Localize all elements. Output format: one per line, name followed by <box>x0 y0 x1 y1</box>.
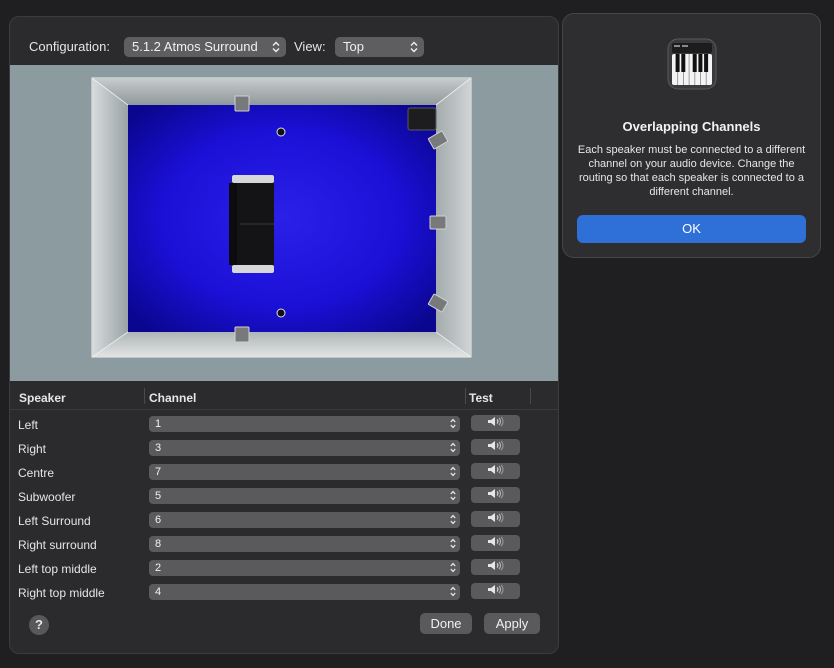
channel-column-header[interactable]: Channel <box>149 391 196 405</box>
table-row: Left 1 <box>10 413 558 437</box>
chevron-updown-icon <box>450 490 456 506</box>
test-speaker-button[interactable] <box>471 535 520 551</box>
alert-title: Overlapping Channels <box>622 119 761 134</box>
channel-value: 8 <box>155 538 162 550</box>
speaker-name: Left top middle <box>18 562 97 576</box>
channel-value: 2 <box>155 562 162 574</box>
speaker-volume-icon <box>487 488 505 502</box>
speaker-left-top-middle[interactable] <box>234 95 250 112</box>
table-row: Right surround 8 <box>10 533 558 557</box>
chevron-updown-icon <box>409 40 419 54</box>
done-button[interactable]: Done <box>420 613 472 634</box>
channel-popup[interactable]: 5 <box>149 488 460 504</box>
speaker-centre[interactable] <box>429 215 447 230</box>
test-speaker-button[interactable] <box>471 487 520 503</box>
test-speaker-button[interactable] <box>471 583 520 599</box>
speaker-volume-icon <box>487 560 505 574</box>
channel-value: 1 <box>155 418 162 430</box>
help-button[interactable]: ? <box>29 615 49 635</box>
column-divider <box>465 388 466 404</box>
speaker-name: Left <box>18 418 39 432</box>
table-row: Subwoofer 5 <box>10 485 558 509</box>
speaker-setup-panel: Configuration: 5.1.2 Atmos Surround View… <box>9 16 559 654</box>
speaker-subwoofer[interactable] <box>407 107 437 131</box>
room-floor <box>128 105 436 332</box>
channel-popup[interactable]: 4 <box>149 584 460 600</box>
speaker-name: Right <box>18 442 47 456</box>
table-header: Speaker Channel Test <box>10 383 558 410</box>
speaker-volume-icon <box>487 464 505 478</box>
speaker-column-header[interactable]: Speaker <box>19 391 66 405</box>
chevron-updown-icon <box>450 466 456 482</box>
speaker-name: Subwoofer <box>18 490 76 504</box>
configuration-value: 5.1.2 Atmos Surround <box>132 39 258 54</box>
room-diagram <box>91 77 472 358</box>
chevron-updown-icon <box>450 538 456 554</box>
speaker-volume-icon <box>487 536 505 550</box>
channel-popup[interactable]: 6 <box>149 512 460 528</box>
test-column-header[interactable]: Test <box>469 391 493 405</box>
alert-message: Each speaker must be connected to a diff… <box>577 144 806 198</box>
column-divider <box>530 388 531 404</box>
configuration-label: Configuration: <box>29 39 110 54</box>
channel-value: 5 <box>155 490 162 502</box>
table-row: Right top middle 4 <box>10 581 558 605</box>
toolbar: Configuration: 5.1.2 Atmos Surround View… <box>10 17 558 65</box>
ok-button[interactable]: OK <box>577 215 806 243</box>
view-popup[interactable]: Top <box>335 37 424 57</box>
room-view[interactable] <box>10 65 558 381</box>
channel-popup[interactable]: 8 <box>149 536 460 552</box>
piano-keyboard-icon <box>667 38 717 90</box>
speaker-top-middle-1[interactable] <box>276 127 286 137</box>
test-speaker-button[interactable] <box>471 511 520 527</box>
channel-popup[interactable]: 7 <box>149 464 460 480</box>
column-divider <box>144 388 145 404</box>
channel-value: 4 <box>155 586 162 598</box>
chevron-updown-icon <box>271 40 281 54</box>
wall-bottom <box>92 332 471 357</box>
test-speaker-button[interactable] <box>471 439 520 455</box>
speaker-volume-icon <box>487 416 505 430</box>
sofa <box>229 175 274 273</box>
speaker-left-bottom[interactable] <box>234 326 250 343</box>
wall-top <box>92 78 471 105</box>
chevron-updown-icon <box>450 418 456 434</box>
view-value: Top <box>343 39 364 54</box>
speaker-name: Right top middle <box>18 586 105 600</box>
channel-value: 6 <box>155 514 162 526</box>
speaker-volume-icon <box>487 512 505 526</box>
chevron-updown-icon <box>450 514 456 530</box>
speaker-volume-icon <box>487 584 505 598</box>
chevron-updown-icon <box>450 586 456 602</box>
channel-popup[interactable]: 3 <box>149 440 460 456</box>
chevron-updown-icon <box>450 562 456 578</box>
speaker-top-middle-2[interactable] <box>276 308 286 318</box>
chevron-updown-icon <box>450 442 456 458</box>
table-row: Left top middle 2 <box>10 557 558 581</box>
channel-value: 3 <box>155 442 162 454</box>
configuration-popup[interactable]: 5.1.2 Atmos Surround <box>124 37 286 57</box>
table-row: Left Surround 6 <box>10 509 558 533</box>
apply-button[interactable]: Apply <box>484 613 540 634</box>
channel-value: 7 <box>155 466 162 478</box>
speaker-name: Left Surround <box>18 514 91 528</box>
speaker-name: Right surround <box>18 538 97 552</box>
wall-left <box>92 78 128 357</box>
table-row: Right 3 <box>10 437 558 461</box>
table-row: Centre 7 <box>10 461 558 485</box>
channel-popup[interactable]: 2 <box>149 560 460 576</box>
speaker-volume-icon <box>487 440 505 454</box>
test-speaker-button[interactable] <box>471 463 520 479</box>
view-label: View: <box>294 39 326 54</box>
alert-dialog: Overlapping Channels Each speaker must b… <box>562 13 821 258</box>
test-speaker-button[interactable] <box>471 415 520 431</box>
speaker-name: Centre <box>18 466 55 480</box>
channel-popup[interactable]: 1 <box>149 416 460 432</box>
test-speaker-button[interactable] <box>471 559 520 575</box>
